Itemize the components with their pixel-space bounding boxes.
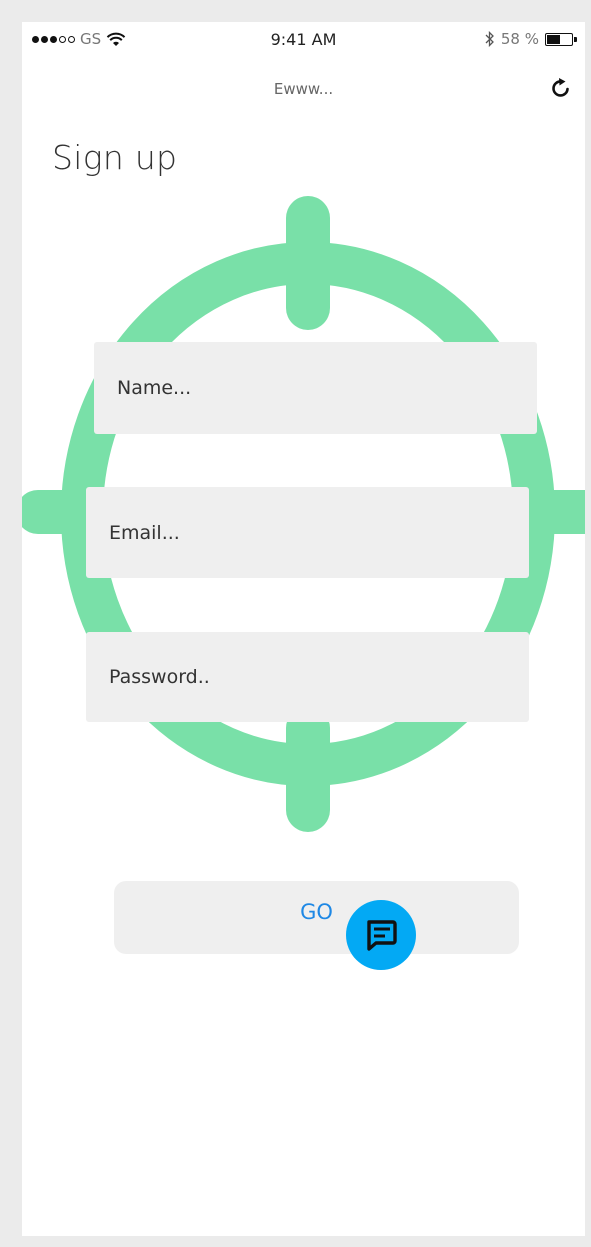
password-input-placeholder: Password.. xyxy=(109,666,210,688)
name-input-placeholder: Name... xyxy=(117,377,192,399)
name-input[interactable]: Name... xyxy=(94,342,537,434)
header-title: Ewww... xyxy=(273,80,334,98)
status-right: 58 % xyxy=(485,30,577,48)
chat-icon xyxy=(367,920,397,951)
go-button[interactable]: GO xyxy=(114,881,519,954)
email-input[interactable]: Email... xyxy=(86,487,529,578)
battery-icon xyxy=(545,32,577,46)
refresh-button[interactable] xyxy=(547,74,575,102)
phone-screen: GS 9:41 AM 58 % Ewww... Sign up Name... … xyxy=(22,22,585,1236)
email-input-placeholder: Email... xyxy=(109,521,180,544)
chat-button[interactable] xyxy=(346,900,416,970)
page-title: Sign up xyxy=(52,138,178,177)
status-bar: GS 9:41 AM 58 % xyxy=(22,22,585,62)
password-input[interactable]: Password.. xyxy=(86,632,529,722)
go-button-label: GO xyxy=(300,899,333,924)
bluetooth-icon xyxy=(485,31,494,47)
refresh-icon xyxy=(552,78,569,97)
battery-fill xyxy=(547,34,561,44)
battery-percentage: 58 % xyxy=(500,30,539,48)
crosshair-target-illustration xyxy=(22,196,585,832)
